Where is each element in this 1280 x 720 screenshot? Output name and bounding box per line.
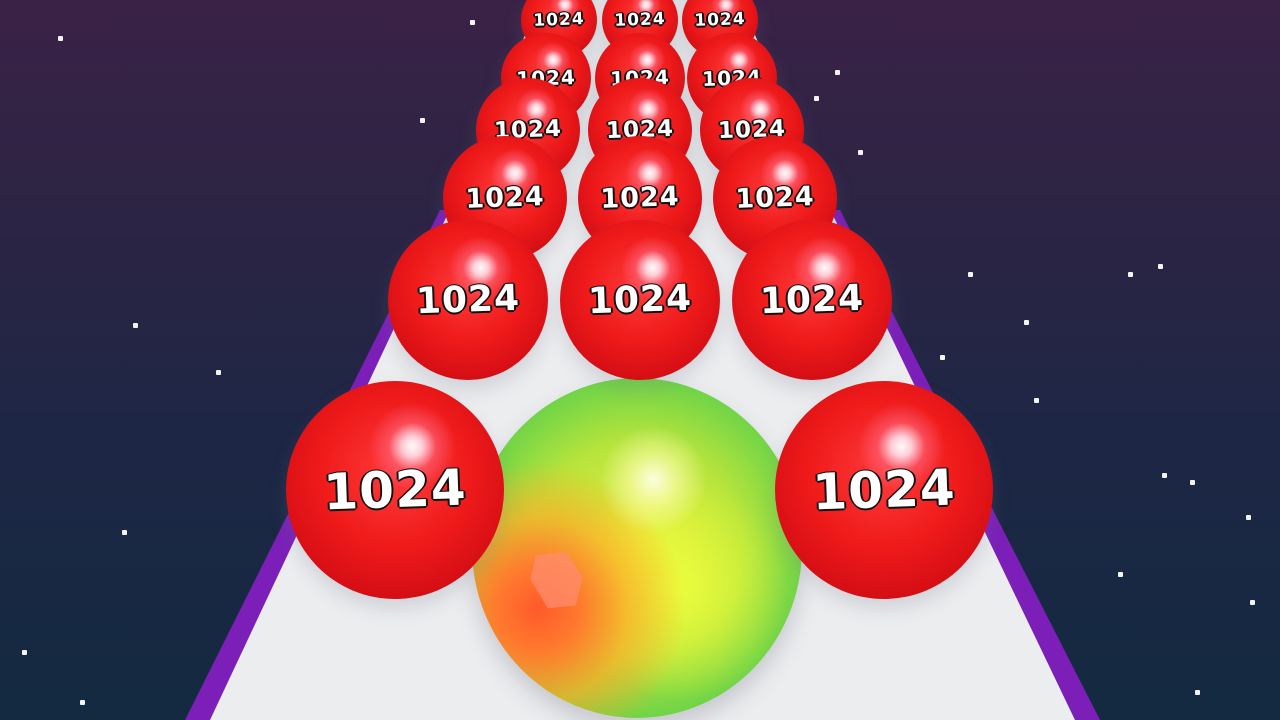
ball-value-label: 1024	[532, 8, 586, 32]
number-ball: 1024	[732, 220, 892, 380]
ball-value-label: 1024	[464, 180, 546, 216]
game-scene: 1024 1024 1024 1024 1024 1024 1024 1024 1024 1024…	[0, 0, 1280, 720]
ball-value-label: 1024	[321, 458, 468, 523]
ball-value-label: 1024	[810, 458, 957, 523]
number-ball: 1024	[560, 220, 720, 380]
ball-value-label: 1024	[734, 180, 816, 216]
player-ball[interactable]	[472, 378, 802, 718]
ball-value-label: 1024	[758, 277, 866, 324]
ball-value-label: 1024	[586, 277, 694, 324]
ball-value-label: 1024	[693, 8, 747, 32]
ball-value-label: 1024	[613, 8, 667, 32]
number-ball: 1024	[388, 220, 548, 380]
number-ball: 1024	[775, 381, 993, 599]
ball-value-label: 1024	[599, 180, 681, 216]
number-ball: 1024	[286, 381, 504, 599]
ball-value-label: 1024	[414, 277, 522, 324]
